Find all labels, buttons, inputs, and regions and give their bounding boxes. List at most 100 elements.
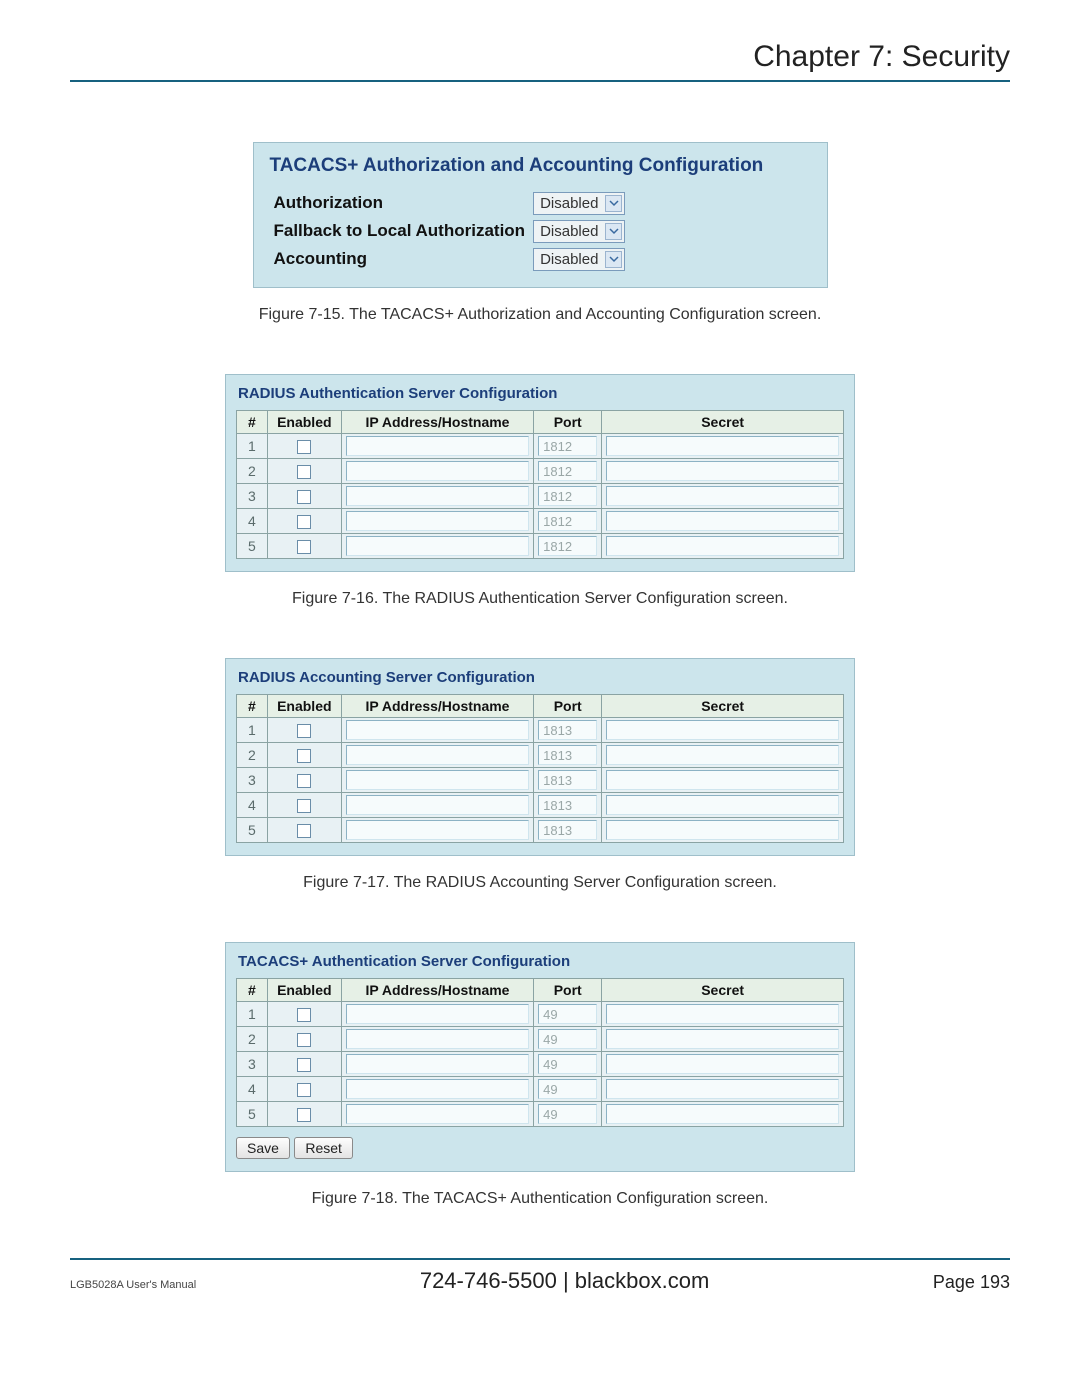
secret-input[interactable] — [606, 436, 839, 456]
ip-input[interactable] — [346, 770, 529, 790]
secret-input[interactable] — [606, 536, 839, 556]
ip-input[interactable] — [346, 436, 529, 456]
secret-input[interactable] — [606, 1079, 839, 1099]
ip-input[interactable] — [346, 536, 529, 556]
table-row: 1 1812 — [237, 434, 844, 459]
enabled-checkbox[interactable] — [297, 540, 311, 554]
enabled-checkbox[interactable] — [297, 1083, 311, 1097]
enabled-checkbox[interactable] — [297, 440, 311, 454]
secret-input[interactable] — [606, 1104, 839, 1124]
col-ip: IP Address/Hostname — [341, 979, 533, 1002]
enabled-checkbox[interactable] — [297, 1058, 311, 1072]
enabled-checkbox[interactable] — [297, 1033, 311, 1047]
tacacs-auth-panel: TACACS+ Authentication Server Configurat… — [225, 942, 855, 1172]
port-input[interactable]: 1813 — [538, 720, 597, 740]
port-input[interactable]: 49 — [538, 1079, 597, 1099]
table-row: 41813 — [237, 793, 844, 818]
ip-input[interactable] — [346, 745, 529, 765]
panel-title: TACACS+ Authentication Server Configurat… — [238, 953, 844, 970]
footer-contact: 724-746-5500 | blackbox.com — [420, 1268, 709, 1294]
secret-input[interactable] — [606, 1054, 839, 1074]
page-footer: LGB5028A User's Manual 724-746-5500 | bl… — [70, 1268, 1010, 1294]
row-label-fallback: Fallback to Local Authorization — [274, 217, 534, 245]
port-input[interactable]: 49 — [538, 1029, 597, 1049]
ip-input[interactable] — [346, 486, 529, 506]
secret-input[interactable] — [606, 461, 839, 481]
enabled-checkbox[interactable] — [297, 465, 311, 479]
row-number: 4 — [237, 509, 268, 534]
row-number: 2 — [237, 1027, 268, 1052]
select-value: Disabled — [540, 251, 598, 268]
port-input[interactable]: 1812 — [538, 511, 597, 531]
enabled-checkbox[interactable] — [297, 724, 311, 738]
enabled-checkbox[interactable] — [297, 774, 311, 788]
ip-input[interactable] — [346, 461, 529, 481]
row-number: 2 — [237, 743, 268, 768]
secret-input[interactable] — [606, 720, 839, 740]
port-input[interactable]: 1812 — [538, 486, 597, 506]
radius-auth-panel: RADIUS Authentication Server Configurati… — [225, 374, 855, 572]
row-number: 3 — [237, 484, 268, 509]
port-input[interactable]: 1813 — [538, 745, 597, 765]
col-enabled: Enabled — [267, 695, 341, 718]
port-input[interactable]: 49 — [538, 1054, 597, 1074]
chevron-down-icon — [605, 251, 622, 268]
col-port: Port — [534, 979, 602, 1002]
ip-input[interactable] — [346, 1104, 529, 1124]
figure-caption-7-16: Figure 7-16. The RADIUS Authentication S… — [70, 590, 1010, 608]
secret-input[interactable] — [606, 1029, 839, 1049]
row-number: 2 — [237, 459, 268, 484]
enabled-checkbox[interactable] — [297, 490, 311, 504]
row-number: 1 — [237, 718, 268, 743]
port-input[interactable]: 1812 — [538, 536, 597, 556]
footer-divider — [70, 1258, 1010, 1260]
row-number: 1 — [237, 434, 268, 459]
enabled-checkbox[interactable] — [297, 749, 311, 763]
secret-input[interactable] — [606, 486, 839, 506]
ip-input[interactable] — [346, 1054, 529, 1074]
table-row: 2 1813 — [237, 743, 844, 768]
secret-input[interactable] — [606, 511, 839, 531]
row-number: 5 — [237, 534, 268, 559]
secret-input[interactable] — [606, 770, 839, 790]
enabled-checkbox[interactable] — [297, 799, 311, 813]
reset-button[interactable]: Reset — [294, 1137, 353, 1159]
secret-input[interactable] — [606, 795, 839, 815]
row-number: 3 — [237, 768, 268, 793]
table-row: 1 1813 — [237, 718, 844, 743]
enabled-checkbox[interactable] — [297, 1108, 311, 1122]
secret-input[interactable] — [606, 1004, 839, 1024]
footer-manual: LGB5028A User's Manual — [70, 1279, 196, 1291]
accounting-select[interactable]: Disabled — [533, 248, 625, 271]
secret-input[interactable] — [606, 745, 839, 765]
port-input[interactable]: 1813 — [538, 770, 597, 790]
port-input[interactable]: 1812 — [538, 461, 597, 481]
tacacs-authz-acct-panel: TACACS+ Authorization and Accounting Con… — [253, 142, 828, 288]
secret-input[interactable] — [606, 820, 839, 840]
enabled-checkbox[interactable] — [297, 1008, 311, 1022]
row-label-authorization: Authorization — [274, 189, 534, 217]
ip-input[interactable] — [346, 1029, 529, 1049]
port-input[interactable]: 49 — [538, 1004, 597, 1024]
ip-input[interactable] — [346, 720, 529, 740]
port-input[interactable]: 1813 — [538, 820, 597, 840]
chevron-down-icon — [605, 223, 622, 240]
ip-input[interactable] — [346, 1079, 529, 1099]
table-row: 149 — [237, 1002, 844, 1027]
ip-input[interactable] — [346, 795, 529, 815]
ip-input[interactable] — [346, 820, 529, 840]
authorization-select[interactable]: Disabled — [533, 192, 625, 215]
enabled-checkbox[interactable] — [297, 515, 311, 529]
enabled-checkbox[interactable] — [297, 824, 311, 838]
row-number: 5 — [237, 818, 268, 843]
port-input[interactable]: 1812 — [538, 436, 597, 456]
save-button[interactable]: Save — [236, 1137, 290, 1159]
col-secret: Secret — [602, 411, 844, 434]
port-input[interactable]: 1813 — [538, 795, 597, 815]
port-input[interactable]: 49 — [538, 1104, 597, 1124]
table-row: 5 1812 — [237, 534, 844, 559]
ip-input[interactable] — [346, 511, 529, 531]
fallback-select[interactable]: Disabled — [533, 220, 625, 243]
ip-input[interactable] — [346, 1004, 529, 1024]
chapter-title: Chapter 7: Security — [70, 40, 1010, 82]
